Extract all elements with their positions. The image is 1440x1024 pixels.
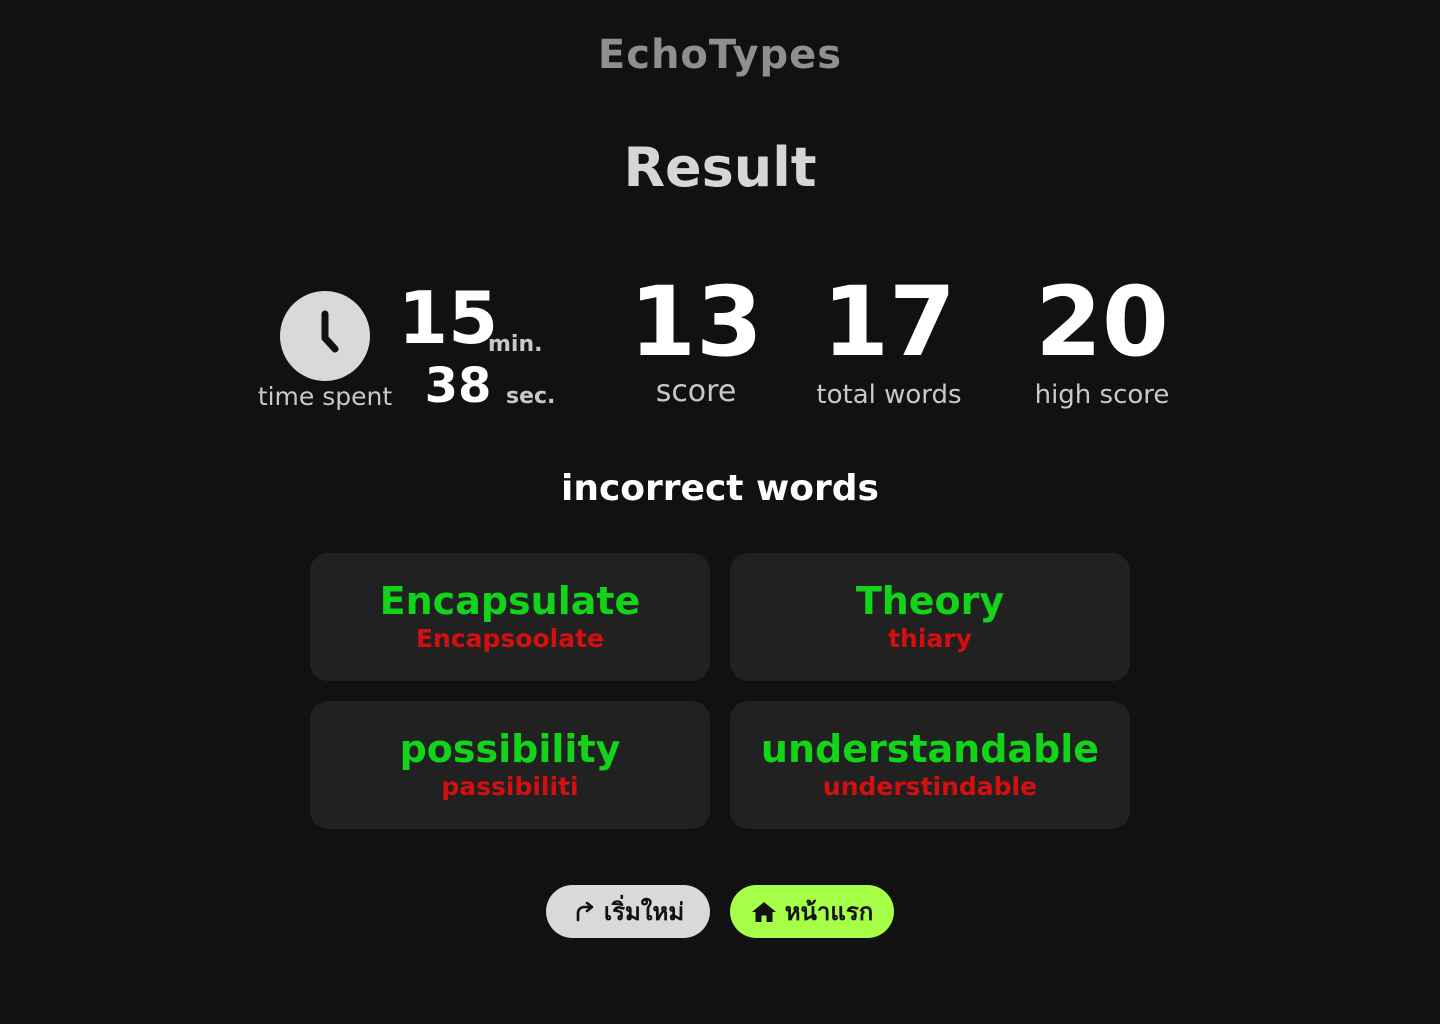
typed-word: Encapsoolate — [415, 624, 605, 653]
correct-word: possibility — [399, 727, 621, 771]
incorrect-word-card: Encapsulate Encapsoolate — [310, 553, 710, 681]
result-heading: Result — [623, 136, 817, 199]
total-words-label: total words — [816, 380, 962, 410]
time-spent-label: time spent — [257, 382, 393, 411]
correct-word: Encapsulate — [379, 579, 641, 623]
incorrect-word-card: Theory thiary — [730, 553, 1130, 681]
home-button[interactable]: หน้าแรก — [730, 885, 894, 938]
correct-word: understandable — [760, 727, 1100, 771]
time-minutes-value: 15 — [398, 276, 499, 360]
total-words-value: 17 — [822, 266, 956, 378]
incorrect-word-card: possibility passibiliti — [310, 701, 710, 829]
redo-arrow-icon — [572, 900, 596, 924]
time-seconds-unit: sec. — [506, 384, 556, 409]
restart-button-label: เริ่มใหม่ — [603, 898, 685, 926]
home-icon — [751, 900, 777, 924]
time-minutes-unit: min. — [488, 332, 543, 357]
app-title: EchoTypes — [597, 32, 843, 78]
clock-icon — [280, 291, 370, 381]
restart-button[interactable]: เริ่มใหม่ — [546, 885, 710, 938]
correct-word: Theory — [855, 579, 1005, 623]
high-score-label: high score — [1034, 380, 1170, 410]
typed-word: understindable — [822, 772, 1038, 801]
high-score-value: 20 — [1035, 266, 1169, 378]
typed-word: passibiliti — [441, 772, 579, 801]
home-button-label: หน้าแรก — [784, 898, 874, 926]
typed-word: thiary — [888, 624, 972, 653]
incorrect-words-heading: incorrect words — [561, 468, 879, 509]
incorrect-word-card: understandable understindable — [730, 701, 1130, 829]
time-seconds-value: 38 — [424, 358, 492, 414]
